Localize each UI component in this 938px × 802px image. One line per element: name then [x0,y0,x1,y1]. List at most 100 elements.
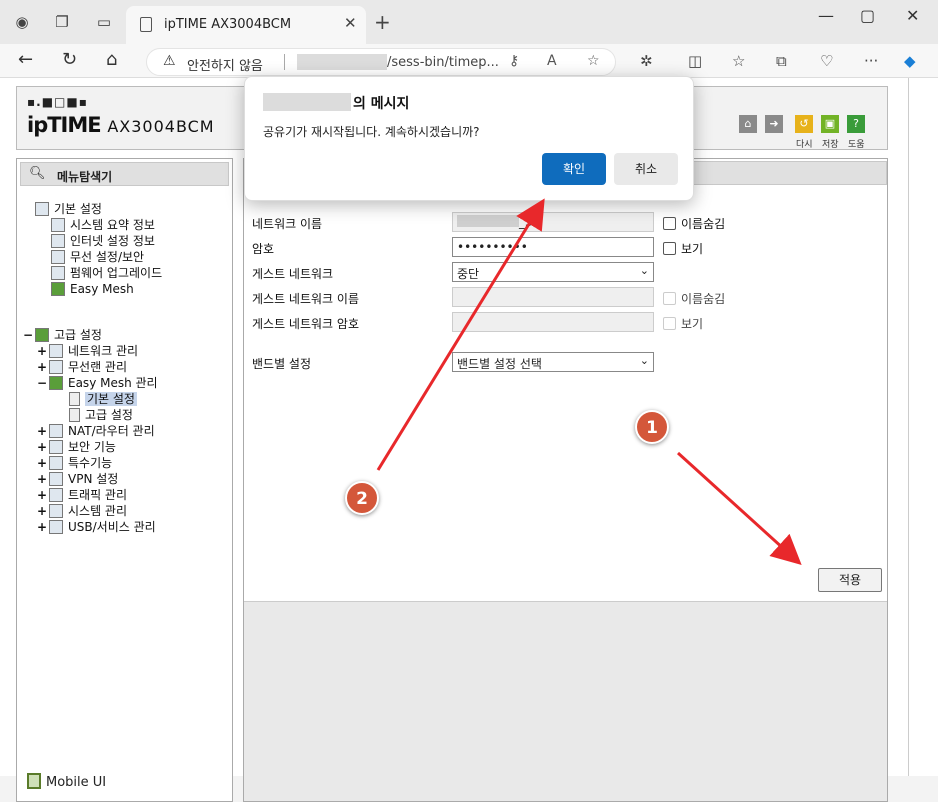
new-tab-button[interactable]: + [374,10,391,34]
tree-item-internet-info[interactable]: 인터넷 설정 정보 [51,233,155,249]
dialog-message: 공유기가 재시작됩니다. 계속하시겠습니까? [263,125,480,139]
monitor-icon [51,234,65,248]
tree-item-nat[interactable]: + NAT/라우터 관리 [37,423,155,439]
save-label: 저장 [822,140,839,150]
expand-icon[interactable]: + [37,439,49,455]
tree-item-easy-mesh[interactable]: Easy Mesh [51,281,134,297]
favorite-star-icon[interactable]: ☆ [587,53,600,69]
tree-item-network[interactable]: + 네트워크 관리 [37,343,138,359]
tree-item-mesh-basic[interactable]: 기본 설정 [69,391,137,407]
help-icon[interactable]: ? [847,115,865,133]
tab-actions-icon[interactable]: ▭ [92,10,116,34]
save-icon[interactable]: ▣ [821,115,839,133]
redacted-origin [263,93,351,111]
annotation-badge-2: 2 [345,481,379,515]
wifi-icon [49,360,63,374]
expand-icon[interactable]: + [37,455,49,471]
expand-icon[interactable]: + [37,519,49,535]
back-icon[interactable]: ← [18,49,33,70]
browser-essentials-icon[interactable]: ♡ [820,52,833,70]
tree-item-mesh-mgmt[interactable]: − Easy Mesh 관리 [37,375,158,391]
refresh-icon[interactable]: ↻ [62,49,77,70]
chevron-down-icon: ⌄ [639,354,649,367]
tree-item-firmware[interactable]: 펌웨어 업그레이드 [51,265,162,281]
band-setting-select[interactable]: 밴드별 설정 선택 ⌄ [452,352,654,372]
guest-network-select[interactable]: 중단 ⌄ [452,262,654,282]
security-label[interactable]: 안전하지 않음 [187,55,263,74]
password-label: 암호 [252,242,275,256]
address-toolbar: ← ↻ ⌂ ⚠ 안전하지 않음 /sess-bin/timep... ⚷ A ☆… [0,44,938,78]
warning-icon: ⚠ [163,53,176,69]
collapse-icon[interactable]: − [37,375,49,391]
expand-icon[interactable]: + [37,359,49,375]
tree-item-mesh-advanced[interactable]: 고급 설정 [69,407,133,423]
tree-item-system-summary[interactable]: 시스템 요약 정보 [51,217,155,233]
collapse-icon[interactable]: − [23,327,35,343]
close-tab-icon[interactable]: ✕ [344,14,357,32]
address-bar[interactable]: ⚠ 안전하지 않음 /sess-bin/timep... ⚷ A ☆ [146,48,616,76]
tree-item-usb[interactable]: + USB/서비스 관리 [37,519,156,535]
apply-button[interactable]: 적용 [818,568,882,592]
guest-network-label: 게스트 네트워크 [252,267,334,281]
page-scrollbar-edge [908,78,909,776]
minimize-button[interactable]: — [818,6,834,25]
expand-icon[interactable]: + [37,471,49,487]
show-password-checkbox[interactable]: 보기 [663,240,703,257]
model-name: AX3004BCM [107,117,215,136]
maximize-button[interactable]: ▢ [860,6,875,25]
phone-icon [27,773,41,789]
mesh-icon [49,376,63,390]
address-divider [284,54,285,70]
collections-icon[interactable]: ⧉ [776,52,787,70]
ok-button[interactable]: 확인 [542,153,606,185]
tab-title: ipTIME AX3004BCM [164,17,292,32]
password-field[interactable]: •••••••••• [452,237,654,257]
tree-group-advanced[interactable]: − 고급 설정 [23,327,102,343]
browser-profile-icon[interactable]: ◉ [10,10,34,34]
cancel-button[interactable]: 취소 [614,153,678,185]
close-window-button[interactable]: ✕ [906,6,919,25]
expand-icon[interactable]: + [37,343,49,359]
confirm-dialog: 의 메시지 공유기가 재시작됩니다. 계속하시겠습니까? 확인 취소 [244,76,694,201]
tree-item-traffic[interactable]: + 트래픽 관리 [37,487,127,503]
browser-tab[interactable]: ipTIME AX3004BCM ✕ [126,6,366,44]
tree-item-wlan[interactable]: + 무선랜 관리 [37,359,127,375]
browser-tab-bar: ◉ ❐ ▭ ipTIME AX3004BCM ✕ + — ▢ ✕ [0,0,938,44]
read-aloud-icon[interactable]: A [547,53,557,69]
restart-label: 다시 [796,140,813,150]
system-icon [49,504,63,518]
home-icon[interactable]: ⌂ [106,49,117,70]
home-icon[interactable]: ⌂ [739,115,757,133]
favorites-icon[interactable]: ☆ [732,52,745,70]
expand-icon[interactable]: + [37,503,49,519]
tree-group-basic[interactable]: 기본 설정 [35,201,102,217]
key-icon[interactable]: ⚷ [509,53,519,69]
tree-item-security[interactable]: + 보안 기능 [37,439,116,455]
guest-hide-name-checkbox: 이름숨김 [663,290,725,307]
tree-item-vpn[interactable]: + VPN 설정 [37,471,118,487]
chevron-down-icon: ⌄ [639,264,649,277]
menu-explorer-title: 메뉴탐색기 [57,170,113,184]
logout-icon[interactable]: ➜ [765,115,783,133]
tree-item-special[interactable]: + 특수기능 [37,455,112,471]
settings-panel: 네트워크 이름 _5G 이름숨김 암호 •••••••••• 보기 게스트 네트… [243,158,888,802]
more-menu-icon[interactable]: ··· [864,52,878,70]
extensions-icon[interactable]: ✲ [640,52,653,70]
network-name-field[interactable]: _5G [452,212,654,232]
split-screen-icon[interactable]: ◫ [688,52,702,70]
tree-item-system[interactable]: + 시스템 관리 [37,503,127,519]
chart-icon [49,488,63,502]
menu-explorer-panel: 🔍︎ 메뉴탐색기 기본 설정 시스템 요약 정보 인터넷 설정 정보 무선 설정… [16,158,233,802]
hide-name-checkbox[interactable]: 이름숨김 [663,215,725,232]
lock-icon [49,440,63,454]
expand-icon[interactable]: + [37,423,49,439]
expand-icon[interactable]: + [37,487,49,503]
tree-item-wireless-security[interactable]: 무선 설정/보안 [51,249,144,265]
upgrade-icon [51,266,65,280]
system-icon [51,218,65,232]
copilot-icon[interactable]: ◆ [904,52,916,70]
restart-icon[interactable]: ↺ [795,115,813,133]
usb-icon [49,520,63,534]
band-setting-label: 밴드별 설정 [252,357,312,371]
workspaces-icon[interactable]: ❐ [50,10,74,34]
